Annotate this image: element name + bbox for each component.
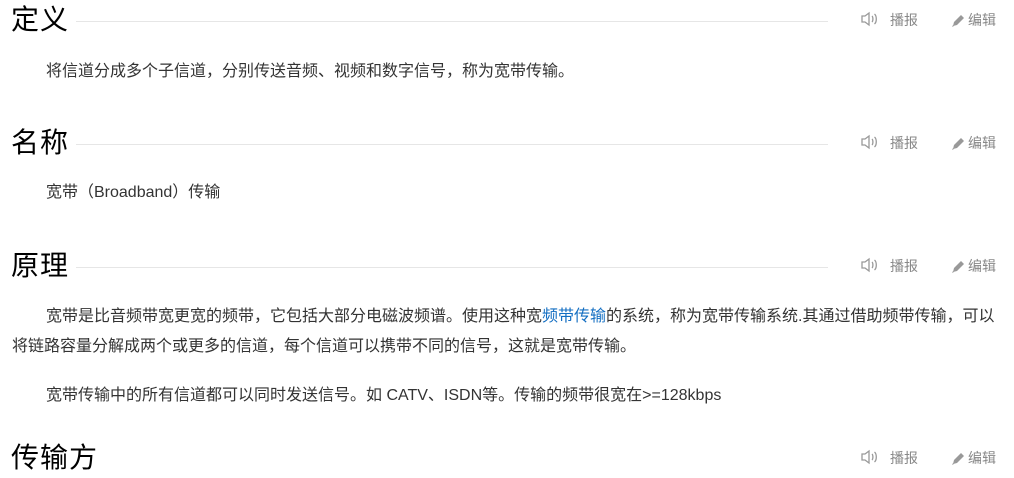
section-title: 名称 bbox=[11, 127, 70, 158]
edit-label: 编辑 bbox=[968, 12, 996, 28]
section-heading: 传输方 播报 编辑 bbox=[0, 438, 1014, 478]
paragraph-text: 宽带是比音频带宽更宽的频带，它包括大部分电磁波频谱。使用这种宽 bbox=[46, 308, 543, 325]
section-definition: 定义 播报 编辑 将信道分成多个子信道，分别传送音频、视频和数字信号，称为宽带传… bbox=[0, 0, 1014, 80]
listen-label: 播报 bbox=[890, 450, 918, 466]
edit-label: 编辑 bbox=[968, 258, 996, 274]
paragraph: 宽带是比音频带宽更宽的频带，它包括大部分电磁波频谱。使用这种宽频带传输的系统，称… bbox=[12, 302, 998, 362]
frequency-band-transmission-link[interactable]: 频带传输 bbox=[542, 308, 606, 325]
pencil-icon bbox=[952, 261, 964, 273]
pencil-icon bbox=[952, 453, 964, 465]
section-heading: 原理 播报 编辑 bbox=[0, 246, 1014, 286]
edit-button[interactable]: 编辑 bbox=[948, 254, 1008, 278]
speaker-icon bbox=[861, 257, 877, 273]
edit-button[interactable]: 编辑 bbox=[948, 446, 1008, 470]
section-title: 定义 bbox=[11, 4, 70, 35]
speaker-icon bbox=[861, 11, 877, 27]
paragraph: 将信道分成多个子信道，分别传送音频、视频和数字信号，称为宽带传输。 bbox=[46, 63, 575, 80]
heading-divider bbox=[76, 21, 828, 22]
speaker-icon bbox=[861, 134, 877, 150]
listen-label: 播报 bbox=[890, 12, 918, 28]
paragraph: 宽带（Broadband）传输 bbox=[46, 184, 221, 201]
paragraph: 宽带传输中的所有信道都可以同时发送信号。如 CATV、ISDN等。传输的频带很宽… bbox=[46, 387, 722, 404]
listen-button[interactable]: 播报 bbox=[858, 131, 928, 155]
heading-divider bbox=[76, 144, 828, 145]
section-title: 原理 bbox=[11, 250, 70, 281]
listen-label: 播报 bbox=[890, 258, 918, 274]
edit-label: 编辑 bbox=[968, 450, 996, 466]
listen-button[interactable]: 播报 bbox=[858, 254, 928, 278]
edit-button[interactable]: 编辑 bbox=[948, 8, 1008, 32]
section-heading: 定义 播报 编辑 bbox=[0, 0, 1014, 40]
speaker-icon bbox=[861, 449, 877, 465]
section-heading: 名称 播报 编辑 bbox=[0, 123, 1014, 163]
section-name: 名称 播报 编辑 宽带（Broadband）传输 bbox=[0, 123, 1014, 201]
edit-label: 编辑 bbox=[968, 135, 996, 151]
section-principle: 原理 播报 编辑 宽带是比音频带宽更宽的频带，它包括大部分电磁波频谱。使用这种宽… bbox=[0, 246, 1014, 404]
listen-button[interactable]: 播报 bbox=[858, 8, 928, 32]
listen-button[interactable]: 播报 bbox=[858, 446, 928, 470]
section-title: 传输方 bbox=[11, 442, 99, 473]
heading-divider bbox=[76, 267, 828, 268]
edit-button[interactable]: 编辑 bbox=[948, 131, 1008, 155]
section-transmission-method: 传输方 播报 编辑 bbox=[0, 438, 1014, 478]
listen-label: 播报 bbox=[890, 135, 918, 151]
pencil-icon bbox=[952, 15, 964, 27]
pencil-icon bbox=[952, 138, 964, 150]
